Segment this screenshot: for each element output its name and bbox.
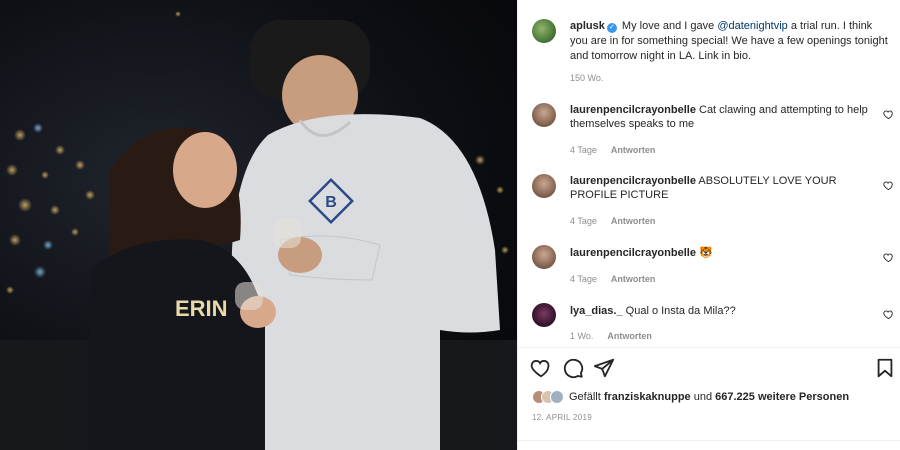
paper-plane-icon[interactable]	[593, 357, 615, 379]
likes-text: Gefällt franziskaknuppe und 667.225 weit…	[569, 391, 849, 403]
wine-glass	[235, 282, 263, 310]
comment-icon[interactable]	[562, 357, 584, 379]
liker-avatar	[550, 390, 564, 404]
comment-like-heart-icon[interactable]	[883, 109, 894, 120]
comment-username[interactable]: laurenpencilcrayonbelle	[570, 175, 696, 187]
caption-text-start: My love and I gave	[621, 20, 718, 32]
bookmark-icon[interactable]	[874, 357, 896, 379]
liker-username[interactable]: franziskaknuppe	[604, 391, 691, 403]
post-photo[interactable]: B ERIN	[0, 0, 517, 450]
likes-prefix: Gefällt	[569, 391, 604, 403]
reply-button[interactable]: Antworten	[611, 216, 656, 226]
comment-like-heart-icon[interactable]	[883, 309, 894, 320]
instagram-post: B ERIN aplusk ✓ My love and I gave @daten…	[0, 0, 900, 450]
comment-time[interactable]: 4 Tage	[570, 145, 597, 155]
comment-meta: 1 Wo. Antworten	[570, 331, 652, 341]
likes-middle: und	[690, 391, 716, 403]
comment-username[interactable]: lya_dias._	[570, 305, 623, 317]
post-date[interactable]: 12. APRIL 2019	[532, 413, 592, 422]
likes-count-link[interactable]: 667.225 weitere Personen	[715, 391, 849, 403]
comment-time[interactable]: 1 Wo.	[570, 331, 593, 341]
caption-mention-link[interactable]: @datenightvip	[717, 20, 788, 32]
reply-button[interactable]: Antworten	[611, 145, 656, 155]
add-comment-divider	[518, 440, 900, 441]
comment-avatar[interactable]	[532, 245, 556, 269]
post-caption: aplusk ✓ My love and I gave @datenightvip…	[570, 19, 890, 64]
caption-time[interactable]: 150 Wo.	[570, 73, 603, 83]
heart-icon[interactable]	[530, 357, 552, 379]
comment-time[interactable]: 4 Tage	[570, 274, 597, 284]
comment-item: lya_dias._ Qual o Insta da Mila??	[570, 304, 870, 318]
comment-text: Qual o Insta da Mila??	[625, 305, 736, 317]
comment-item: laurenpencilcrayonbelle 🐯	[570, 246, 870, 260]
reply-button[interactable]: Antworten	[611, 274, 656, 284]
svg-text:ERIN: ERIN	[175, 296, 228, 321]
comment-like-heart-icon[interactable]	[883, 252, 894, 263]
reply-button[interactable]: Antworten	[607, 331, 652, 341]
comment-avatar[interactable]	[532, 174, 556, 198]
comment-item: laurenpencilcrayonbelle ABSOLUTELY LOVE …	[570, 174, 870, 202]
comment-meta: 4 Tage Antworten	[570, 216, 655, 226]
svg-text:B: B	[325, 194, 337, 211]
comment-username[interactable]: laurenpencilcrayonbelle	[570, 247, 696, 259]
post-side-panel: aplusk ✓ My love and I gave @datenightvip…	[517, 0, 900, 450]
owner-username[interactable]: aplusk	[570, 20, 605, 32]
comment-like-heart-icon[interactable]	[883, 180, 894, 191]
comment-avatar[interactable]	[532, 103, 556, 127]
comment-meta: 4 Tage Antworten	[570, 274, 655, 284]
comment-item: laurenpencilcrayonbelle Cat clawing and …	[570, 103, 870, 131]
comment-avatar[interactable]	[532, 303, 556, 327]
likes-summary: Gefällt franziskaknuppe und 667.225 weit…	[532, 389, 849, 405]
comment-time[interactable]: 4 Tage	[570, 216, 597, 226]
caption-meta: 150 Wo.	[570, 73, 603, 83]
comment-username[interactable]: laurenpencilcrayonbelle	[570, 104, 696, 116]
verified-badge-icon: ✓	[606, 23, 617, 33]
comment-text: 🐯	[699, 247, 713, 259]
wine-glass	[273, 218, 301, 248]
owner-avatar[interactable]	[532, 19, 556, 43]
couple-photo-illustration: B ERIN	[0, 11, 517, 450]
section-divider	[518, 347, 900, 348]
comment-meta: 4 Tage Antworten	[570, 145, 655, 155]
